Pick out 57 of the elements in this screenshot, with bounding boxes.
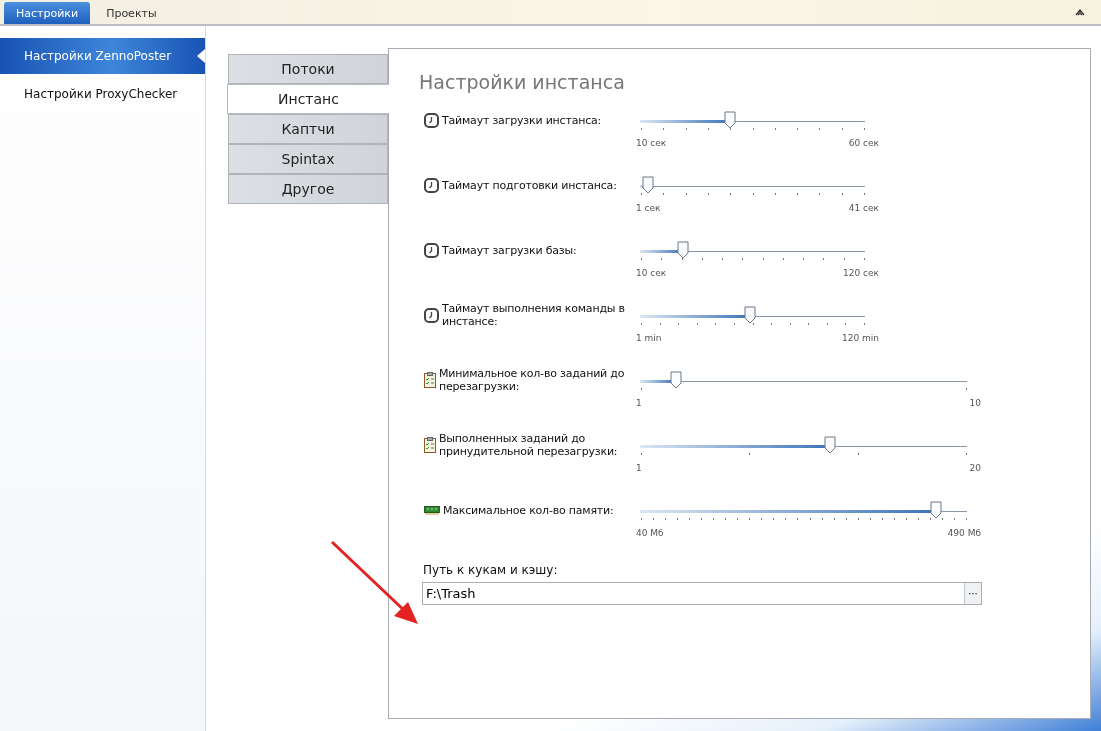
slider-max-label: 41 сек (848, 203, 879, 213)
slider-max-label: 10 (969, 398, 981, 408)
setting-label: Минимальное кол-во заданий до перезагрузки: (439, 367, 626, 393)
pointer-notch-icon (197, 49, 205, 63)
clipboard-icon (424, 372, 436, 388)
clock-icon (424, 177, 439, 193)
slider[interactable]: 10 сек 120 сек (633, 231, 883, 285)
section-tab[interactable]: Spintax (228, 144, 388, 174)
setting-label: Таймаут загрузки инстанса: (442, 113, 603, 127)
slider-max-label: 60 сек (848, 138, 879, 148)
clock-icon (424, 242, 439, 258)
setting-label: Выполненных заданий до принудительной перезагрузки: (439, 432, 619, 458)
sidebar-item[interactable]: Настройки ProxyChecker (0, 76, 205, 112)
slider-thumb[interactable] (823, 436, 836, 454)
slider-min-label: 1 сек (636, 203, 661, 213)
slider-max-label: 490 Мб (947, 528, 981, 538)
slider-thumb[interactable] (744, 306, 757, 324)
collapse-caret-icon[interactable] (1075, 8, 1085, 16)
section-tab[interactable]: Другое (228, 174, 388, 204)
path-label: Путь к кукам и кэшу: (423, 563, 559, 577)
slider-min-label: 1 min (636, 333, 662, 343)
slider-max-label: 120 min (842, 333, 879, 343)
slider-min-label: 10 сек (636, 268, 667, 278)
clock-icon (424, 307, 439, 323)
slider-thumb[interactable] (929, 501, 942, 519)
setting-label: Таймаут выполнения команды в инстансе: (442, 302, 626, 328)
slider[interactable]: 1 20 (633, 426, 985, 480)
slider[interactable]: 1 сек 41 сек (633, 166, 883, 220)
slider-min-label: 1 (636, 398, 642, 408)
setting-label: Таймаут загрузки базы: (442, 243, 578, 257)
slider-min-label: 40 Мб (636, 528, 664, 538)
browse-button[interactable]: ··· (964, 583, 981, 604)
top-tab[interactable]: Настройки (4, 2, 91, 24)
slider[interactable]: 10 сек 60 сек (633, 101, 883, 155)
section-tab[interactable]: Инстанс (227, 84, 389, 114)
slider-thumb[interactable] (669, 371, 682, 389)
slider-thumb[interactable] (676, 241, 689, 259)
slider[interactable]: 40 Мб 490 Мб (633, 491, 985, 545)
slider-thumb[interactable] (641, 176, 654, 194)
clipboard-icon (424, 437, 436, 453)
top-tab[interactable]: Проекты (94, 2, 169, 24)
slider-thumb[interactable] (724, 111, 736, 129)
setting-label: Максимальное кол-во памяти: (442, 503, 615, 517)
slider-min-label: 10 сек (636, 138, 667, 148)
section-tab[interactable]: Потоки (228, 54, 388, 84)
sidebar-item[interactable]: Настройки ZennoPoster (0, 38, 205, 74)
slider-max-label: 20 (969, 463, 981, 473)
panel-title: Настройки инстанса (419, 71, 626, 93)
clock-icon (424, 112, 439, 128)
memory-chip-icon (424, 505, 440, 515)
slider[interactable]: 1 min 120 min (633, 296, 883, 350)
slider-max-label: 120 сек (843, 268, 879, 278)
slider[interactable]: 1 10 (633, 361, 985, 415)
section-tab[interactable]: Каптчи (228, 114, 388, 144)
slider-min-label: 1 (636, 463, 642, 473)
setting-label: Таймаут подготовки инстанса: (442, 178, 618, 192)
path-field[interactable]: F:\Trash ··· (422, 582, 982, 605)
